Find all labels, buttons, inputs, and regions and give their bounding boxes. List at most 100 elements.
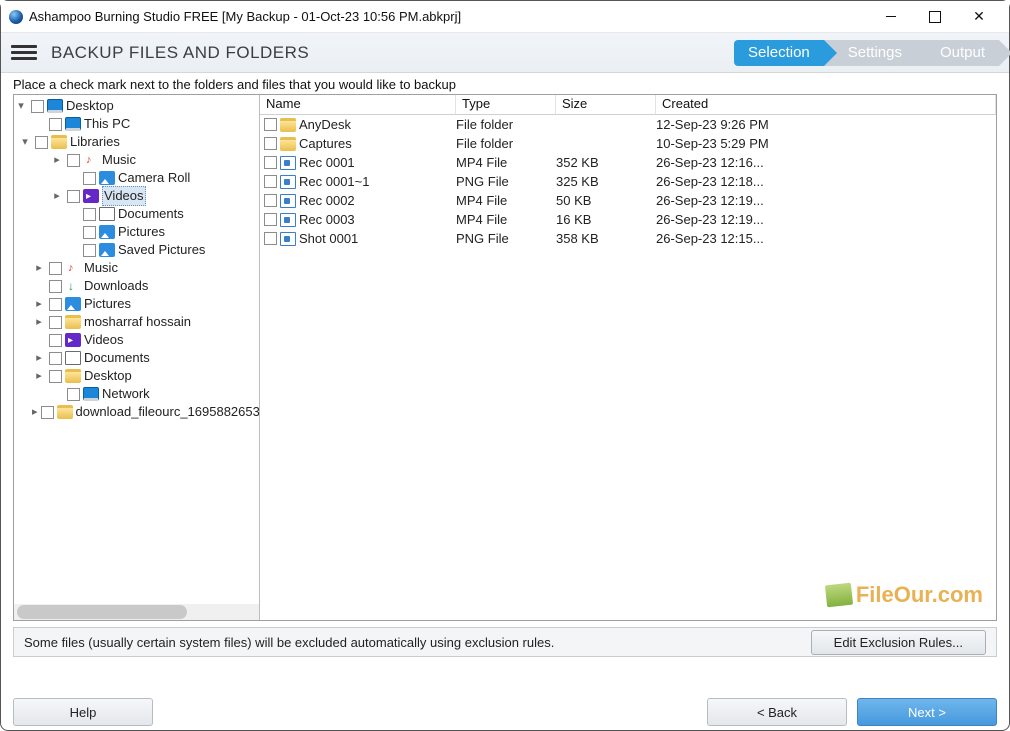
list-columns: Name Type Size Created: [260, 95, 996, 115]
folder-tree[interactable]: ▾Desktop ▸This PC ▾Libraries ▸Music ▸Cam…: [14, 95, 260, 620]
tree-scrollbar[interactable]: [14, 604, 259, 620]
menu-icon[interactable]: [11, 42, 37, 63]
tree-pictures[interactable]: ▸Pictures: [14, 295, 259, 313]
folder-icon: [57, 405, 73, 419]
next-button[interactable]: Next >: [857, 698, 997, 726]
minimize-button[interactable]: [869, 3, 913, 31]
desktop-icon: [47, 99, 63, 113]
tree-cameraroll[interactable]: ▸Camera Roll: [14, 169, 259, 187]
file-icon: [280, 213, 296, 227]
tree-savedpictures[interactable]: ▸Saved Pictures: [14, 241, 259, 259]
row-name: Shot 0001: [299, 231, 358, 246]
music-icon: [65, 261, 81, 275]
tree-libraries[interactable]: ▾Libraries: [14, 133, 259, 151]
folder-icon: [280, 118, 296, 132]
row-size: 325 KB: [556, 174, 656, 189]
picture-icon: [99, 171, 115, 185]
list-row[interactable]: AnyDeskFile folder12-Sep-23 9:26 PM: [260, 115, 996, 134]
tree-videos[interactable]: ▸Videos: [14, 331, 259, 349]
checkbox[interactable]: [49, 316, 62, 329]
row-type: File folder: [456, 136, 556, 151]
row-size: 358 KB: [556, 231, 656, 246]
checkbox[interactable]: [83, 172, 96, 185]
tree-user[interactable]: ▸mosharraf hossain: [14, 313, 259, 331]
list-row[interactable]: Shot 0001PNG File358 KB26-Sep-23 12:15..…: [260, 229, 996, 248]
checkbox[interactable]: [264, 137, 277, 150]
checkbox[interactable]: [264, 175, 277, 188]
checkbox[interactable]: [83, 244, 96, 257]
titlebar: Ashampoo Burning Studio FREE [My Backup …: [1, 1, 1009, 33]
page-title: BACKUP FILES AND FOLDERS: [51, 43, 309, 63]
checkbox[interactable]: [83, 226, 96, 239]
tree-downloads[interactable]: ▸Downloads: [14, 277, 259, 295]
tree-desktop[interactable]: ▾Desktop: [14, 97, 259, 115]
list-row[interactable]: Rec 0003MP4 File16 KB26-Sep-23 12:19...: [260, 210, 996, 229]
checkbox[interactable]: [264, 213, 277, 226]
checkbox[interactable]: [83, 208, 96, 221]
checkbox[interactable]: [67, 154, 80, 167]
checkbox[interactable]: [49, 118, 62, 131]
checkbox[interactable]: [49, 298, 62, 311]
checkbox[interactable]: [67, 190, 80, 203]
row-type: File folder: [456, 117, 556, 132]
checkbox[interactable]: [67, 388, 80, 401]
file-list[interactable]: Name Type Size Created AnyDeskFile folde…: [260, 95, 996, 620]
checkbox[interactable]: [41, 406, 54, 419]
col-name[interactable]: Name: [260, 95, 456, 114]
tree-lib-documents[interactable]: ▸Documents: [14, 205, 259, 223]
checkbox[interactable]: [264, 118, 277, 131]
row-type: MP4 File: [456, 155, 556, 170]
network-icon: [83, 387, 99, 401]
step-selection[interactable]: Selection: [734, 40, 824, 66]
checkbox[interactable]: [49, 352, 62, 365]
folder-icon: [65, 315, 81, 329]
file-icon: [280, 232, 296, 246]
exclusion-text: Some files (usually certain system files…: [24, 635, 554, 650]
row-name: Captures: [299, 136, 352, 151]
col-size[interactable]: Size: [556, 95, 656, 114]
checkbox[interactable]: [49, 262, 62, 275]
tree-network[interactable]: ▸Network: [14, 385, 259, 403]
checkbox[interactable]: [49, 370, 62, 383]
folder-icon: [65, 369, 81, 383]
tree-download-file[interactable]: ▸download_fileourc_1695882653_704: [14, 403, 259, 421]
video-icon: [65, 333, 81, 347]
row-created: 26-Sep-23 12:19...: [656, 212, 996, 227]
back-button[interactable]: < Back: [707, 698, 847, 726]
checkbox[interactable]: [49, 334, 62, 347]
help-button[interactable]: Help: [13, 698, 153, 726]
app-icon: [9, 10, 23, 24]
col-type[interactable]: Type: [456, 95, 556, 114]
row-name: Rec 0003: [299, 212, 355, 227]
list-row[interactable]: Rec 0001~1PNG File325 KB26-Sep-23 12:18.…: [260, 172, 996, 191]
close-button[interactable]: [957, 3, 1001, 31]
checkbox[interactable]: [35, 136, 48, 149]
tree-lib-pictures[interactable]: ▸Pictures: [14, 223, 259, 241]
tree-lib-music[interactable]: ▸Music: [14, 151, 259, 169]
tree-desktop2[interactable]: ▸Desktop: [14, 367, 259, 385]
document-icon: [99, 207, 115, 221]
edit-exclusion-button[interactable]: Edit Exclusion Rules...: [811, 630, 986, 655]
tree-lib-videos[interactable]: ▸Videos: [14, 187, 259, 205]
picture-icon: [65, 297, 81, 311]
tree-thispc[interactable]: ▸This PC: [14, 115, 259, 133]
row-type: MP4 File: [456, 193, 556, 208]
picture-icon: [99, 225, 115, 239]
list-row[interactable]: Rec 0001MP4 File352 KB26-Sep-23 12:16...: [260, 153, 996, 172]
checkbox[interactable]: [31, 100, 44, 113]
row-created: 26-Sep-23 12:18...: [656, 174, 996, 189]
work-area: ▾Desktop ▸This PC ▾Libraries ▸Music ▸Cam…: [13, 94, 997, 621]
col-created[interactable]: Created: [656, 95, 996, 114]
tree-documents[interactable]: ▸Documents: [14, 349, 259, 367]
checkbox[interactable]: [264, 156, 277, 169]
window-title: Ashampoo Burning Studio FREE [My Backup …: [29, 9, 461, 24]
checkbox[interactable]: [49, 280, 62, 293]
folder-icon: [280, 137, 296, 151]
checkbox[interactable]: [264, 194, 277, 207]
checkbox[interactable]: [264, 232, 277, 245]
maximize-button[interactable]: [913, 3, 957, 31]
step-settings[interactable]: Settings: [824, 40, 916, 66]
list-row[interactable]: CapturesFile folder10-Sep-23 5:29 PM: [260, 134, 996, 153]
list-row[interactable]: Rec 0002MP4 File50 KB26-Sep-23 12:19...: [260, 191, 996, 210]
tree-music[interactable]: ▸Music: [14, 259, 259, 277]
